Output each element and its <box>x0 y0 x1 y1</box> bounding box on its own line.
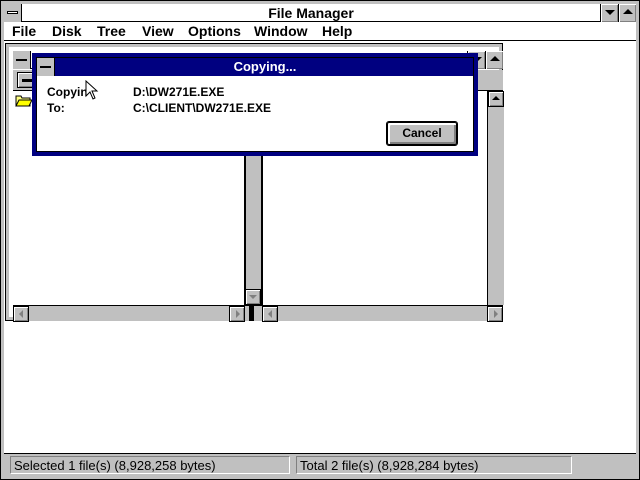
menu-help[interactable]: Help <box>322 23 352 39</box>
scroll-up-arrow-icon <box>492 96 500 100</box>
drive-icon <box>22 79 32 82</box>
window-title: File Manager <box>268 5 354 21</box>
copying-dialog: Copying... Copyin D:\DW271E.EXE To: C:\C… <box>32 53 478 156</box>
copying-source-path: D:\DW271E.EXE <box>133 85 225 99</box>
scroll-left-arrow-icon <box>19 310 23 318</box>
menu-tree[interactable]: Tree <box>97 23 126 39</box>
menu-file[interactable]: File <box>12 23 36 39</box>
to-label: To: <box>47 101 65 115</box>
menu-bar: File Disk Tree View Options Window Help <box>4 22 636 41</box>
scroll-right-arrow-icon <box>494 310 498 318</box>
copying-label: Copyin <box>47 85 88 99</box>
status-total: Total 2 file(s) (8,928,284 bytes) <box>296 456 572 474</box>
maximize-button[interactable] <box>618 4 636 22</box>
open-folder-icon <box>15 95 33 107</box>
tree-scroll-down-button[interactable] <box>245 289 261 305</box>
tree-scroll-left-button[interactable] <box>13 306 29 322</box>
cancel-button[interactable]: Cancel <box>386 121 458 146</box>
status-selected: Selected 1 file(s) (8,928,258 bytes) <box>10 456 290 474</box>
file-horizontal-scrollbar[interactable] <box>262 305 503 322</box>
file-vertical-scrollbar[interactable] <box>487 91 504 305</box>
scroll-right-arrow-icon <box>236 310 240 318</box>
menu-options[interactable]: Options <box>188 23 241 39</box>
minimize-button[interactable] <box>600 4 618 22</box>
copying-dialog-title-bar: Copying... <box>37 58 473 76</box>
menu-disk[interactable]: Disk <box>52 23 82 39</box>
dialog-system-menu-icon <box>40 66 51 68</box>
splitter-handle[interactable] <box>249 306 254 321</box>
dialog-system-menu-button[interactable] <box>37 58 55 76</box>
child-maximize-icon <box>490 56 500 61</box>
menu-window[interactable]: Window <box>254 23 308 39</box>
child-maximize-button[interactable] <box>485 51 503 69</box>
child-system-menu-button[interactable] <box>13 51 31 69</box>
child-system-menu-icon <box>16 59 27 61</box>
scrollbar-corner <box>245 305 262 321</box>
tree-scroll-right-button[interactable] <box>229 306 245 322</box>
copying-destination-path: C:\CLIENT\DW271E.EXE <box>133 101 272 115</box>
menu-view[interactable]: View <box>142 23 174 39</box>
dialog-title: Copying... <box>233 59 297 74</box>
file-scroll-right-button[interactable] <box>487 306 503 322</box>
file-scroll-left-button[interactable] <box>262 306 278 322</box>
copying-dialog-body: Copying... Copyin D:\DW271E.EXE To: C:\C… <box>36 57 474 152</box>
scroll-left-arrow-icon <box>268 310 272 318</box>
mouse-pointer-icon <box>85 80 99 100</box>
maximize-icon <box>623 9 633 14</box>
scroll-down-arrow-icon <box>249 295 257 299</box>
title-bar: File Manager <box>4 4 636 22</box>
system-menu-button[interactable] <box>4 4 22 22</box>
tree-horizontal-scrollbar[interactable] <box>13 305 245 322</box>
minimize-icon <box>605 10 615 15</box>
system-menu-icon <box>7 11 18 14</box>
file-scroll-up-button[interactable] <box>488 91 504 107</box>
status-bar: Selected 1 file(s) (8,928,258 bytes) Tot… <box>4 453 636 476</box>
